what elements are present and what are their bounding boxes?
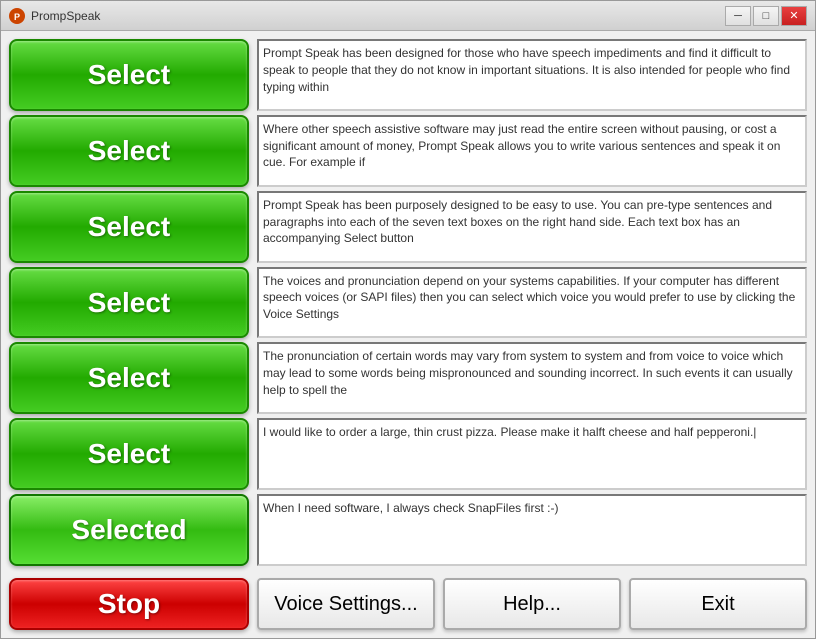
text-container-5 (257, 342, 807, 414)
main-content: SelectSelectSelectSelectSelectSelectSele… (1, 31, 815, 574)
row-4: Select (9, 267, 807, 339)
text-area-6[interactable] (257, 418, 807, 490)
main-window: P PrompSpeak ─ □ ✕ SelectSelectSelectSel… (0, 0, 816, 639)
text-container-7 (257, 494, 807, 566)
text-container-1 (257, 39, 807, 111)
text-area-4[interactable] (257, 267, 807, 339)
svg-text:P: P (14, 12, 20, 22)
titlebar-controls: ─ □ ✕ (725, 6, 807, 26)
text-area-7[interactable] (257, 494, 807, 566)
titlebar: P PrompSpeak ─ □ ✕ (1, 1, 815, 31)
minimize-button[interactable]: ─ (725, 6, 751, 26)
text-container-4 (257, 267, 807, 339)
stop-button[interactable]: Stop (9, 578, 249, 630)
select-button-5[interactable]: Select (9, 342, 249, 414)
titlebar-left: P PrompSpeak (9, 8, 100, 24)
row-2: Select (9, 115, 807, 187)
row-7: Selected (9, 494, 807, 566)
row-6: Select (9, 418, 807, 490)
select-button-4[interactable]: Select (9, 267, 249, 339)
voice-settings-button[interactable]: Voice Settings... (257, 578, 435, 630)
app-icon: P (9, 8, 25, 24)
exit-button[interactable]: Exit (629, 578, 807, 630)
select-button-1[interactable]: Select (9, 39, 249, 111)
window-title: PrompSpeak (31, 9, 100, 23)
bottom-bar: Stop Voice Settings... Help... Exit (1, 574, 815, 638)
text-area-5[interactable] (257, 342, 807, 414)
help-button[interactable]: Help... (443, 578, 621, 630)
text-container-6 (257, 418, 807, 490)
select-button-2[interactable]: Select (9, 115, 249, 187)
row-1: Select (9, 39, 807, 111)
text-area-2[interactable] (257, 115, 807, 187)
select-button-6[interactable]: Select (9, 418, 249, 490)
row-3: Select (9, 191, 807, 263)
row-5: Select (9, 342, 807, 414)
text-area-3[interactable] (257, 191, 807, 263)
text-area-1[interactable] (257, 39, 807, 111)
select-button-7[interactable]: Selected (9, 494, 249, 566)
close-button[interactable]: ✕ (781, 6, 807, 26)
text-container-2 (257, 115, 807, 187)
select-button-3[interactable]: Select (9, 191, 249, 263)
restore-button[interactable]: □ (753, 6, 779, 26)
text-container-3 (257, 191, 807, 263)
